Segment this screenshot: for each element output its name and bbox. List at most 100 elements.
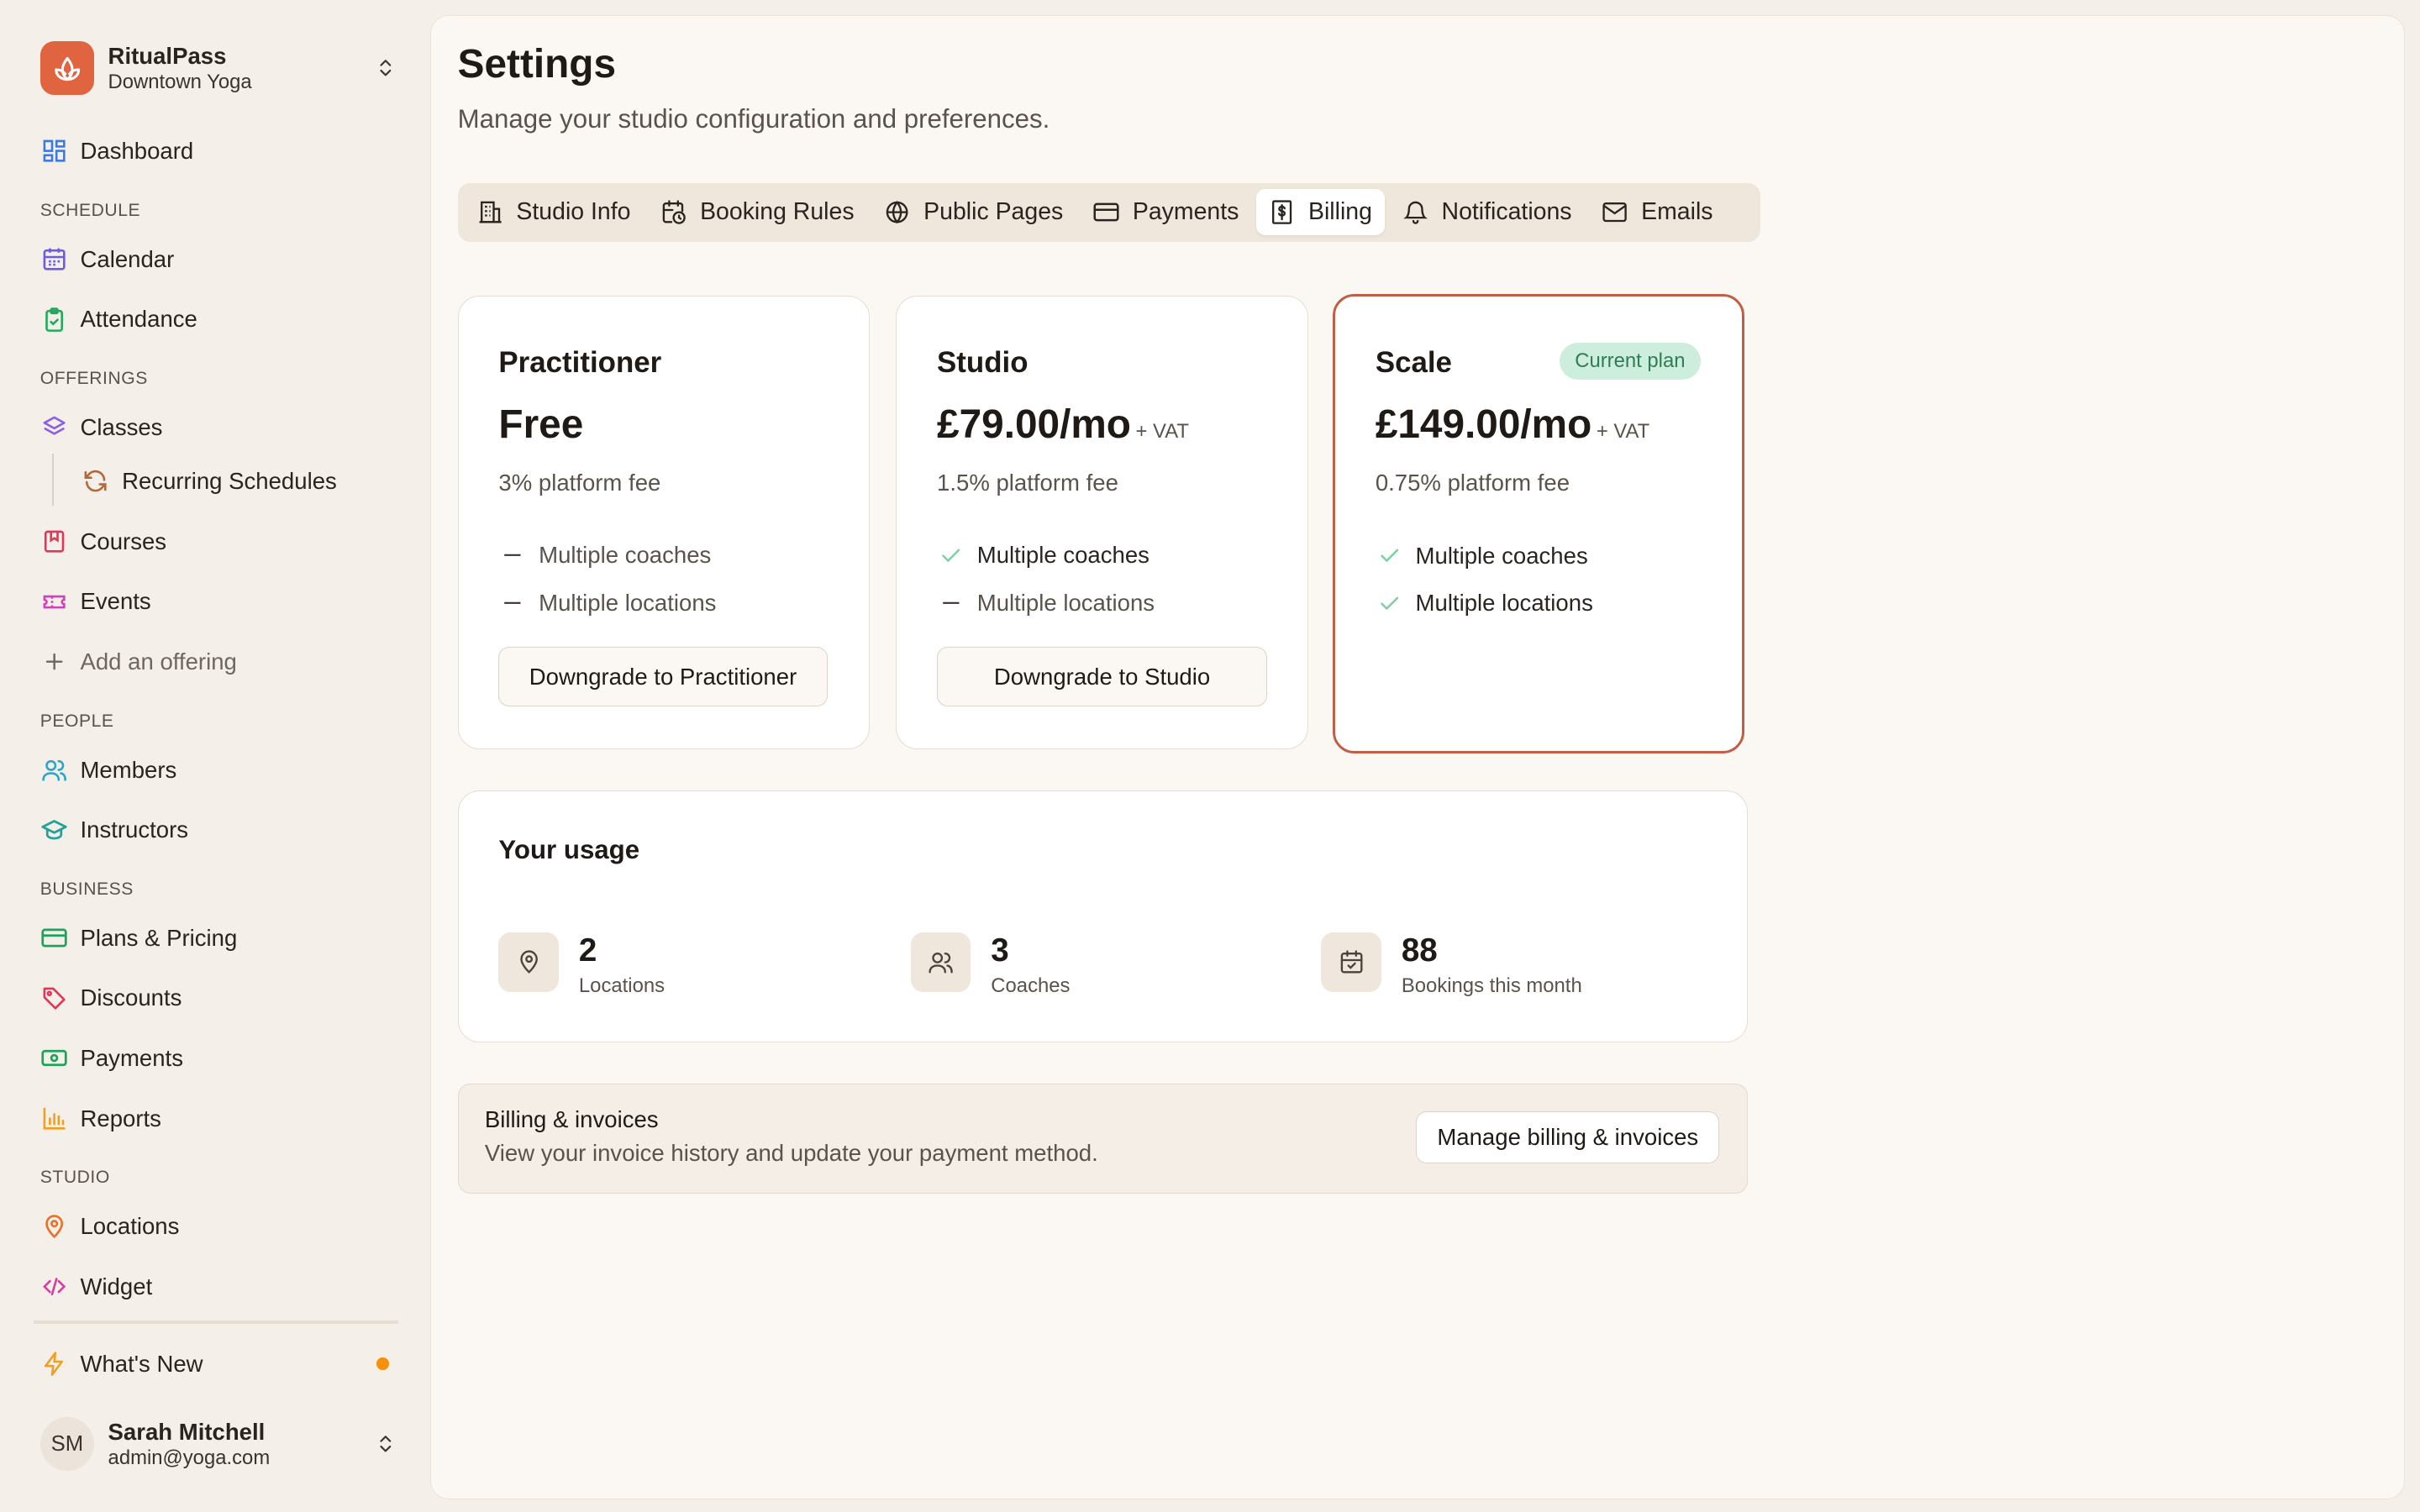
tab-label: Booking Rules	[700, 198, 855, 226]
dash-icon	[937, 592, 965, 614]
sidebar-divider	[34, 1320, 398, 1324]
sidebar-item-label: Recurring Schedules	[122, 468, 337, 495]
sidebar-item-whats-new[interactable]: What's New	[40, 1346, 203, 1383]
chevrons-up-down-icon	[373, 55, 397, 80]
plan-price: £79.00/mo + VAT	[937, 402, 1189, 447]
sidebar-item-calendar[interactable]: Calendar	[40, 241, 175, 278]
plan-feature: Multiple locations	[498, 588, 716, 619]
usage-stat-bookings: 88 Bookings this month	[1321, 932, 1582, 1003]
sidebar-item-label: Payments	[80, 1044, 183, 1071]
sidebar-item-classes[interactable]: Classes	[40, 409, 163, 446]
user-email: admin@yoga.com	[108, 1446, 271, 1469]
add-offering-button[interactable]: Add an offering	[40, 643, 237, 680]
sidebar-item-attendance[interactable]: Attendance	[40, 301, 197, 338]
sidebar-item-reports[interactable]: Reports	[40, 1100, 161, 1137]
brand-location: Downtown Yoga	[108, 70, 252, 93]
sidebar-item-plans-pricing[interactable]: Plans & Pricing	[40, 920, 238, 957]
sidebar-item-label: Members	[80, 756, 177, 783]
check-icon	[1376, 544, 1403, 568]
sidebar-item-label: Discounts	[80, 984, 182, 1011]
plan-fee: 0.75% platform fee	[1375, 469, 1570, 496]
tab-booking-rules[interactable]: Booking Rules	[648, 189, 867, 235]
stat-value: 3	[991, 932, 1009, 969]
plan-fee: 1.5% platform fee	[937, 469, 1118, 496]
plan-card-studio: Studio £79.00/mo + VAT 1.5% platform fee …	[896, 295, 1308, 749]
map-pin-icon	[498, 932, 560, 993]
plus-icon	[40, 648, 68, 675]
sidebar-item-locations[interactable]: Locations	[40, 1208, 179, 1245]
stat-label: Bookings this month	[1401, 974, 1582, 997]
refresh-icon	[82, 468, 109, 496]
sidebar-item-widget[interactable]: Widget	[40, 1268, 152, 1305]
tab-payments[interactable]: Payments	[1080, 189, 1251, 235]
billing-invoices-card: Billing & invoices View your invoice his…	[457, 1084, 1749, 1194]
tab-label: Billing	[1308, 198, 1372, 226]
user-name: Sarah Mitchell	[108, 1418, 266, 1445]
page-title: Settings	[457, 41, 617, 87]
tab-notifications[interactable]: Notifications	[1389, 189, 1584, 235]
check-icon	[1376, 592, 1403, 616]
ticket-icon	[40, 588, 68, 616]
usage-card: Your usage 2 Locations 3 Coaches 88 Book…	[457, 790, 1749, 1042]
sidebar-item-label: Attendance	[80, 306, 197, 333]
sidebar-item-payments[interactable]: Payments	[40, 1040, 183, 1077]
sidebar-item-label: Dashboard	[80, 137, 194, 164]
sidebar-item-members[interactable]: Members	[40, 751, 177, 788]
tag-icon	[40, 984, 68, 1012]
layers-icon	[40, 413, 68, 441]
lotus-logo-icon	[39, 40, 95, 95]
sidebar-item-label: Calendar	[80, 245, 175, 272]
dash-icon	[498, 544, 526, 566]
graduation-cap-icon	[40, 816, 68, 844]
page-subtitle: Manage your studio configuration and pre…	[457, 104, 1050, 134]
credit-card-icon	[1092, 198, 1120, 226]
usage-stat-coaches: 3 Coaches	[910, 932, 1070, 1003]
billing-title: Billing & invoices	[484, 1106, 659, 1133]
chevrons-up-down-icon	[373, 1431, 397, 1456]
plan-card-practitioner: Practitioner Free 3% platform fee Multip…	[457, 295, 871, 749]
avatar: SM	[39, 1416, 95, 1472]
sidebar-item-label: What's New	[80, 1350, 203, 1377]
usage-stat-locations: 2 Locations	[498, 932, 665, 1003]
user-menu[interactable]: SM Sarah Mitchell admin@yoga.com	[39, 1416, 398, 1472]
manage-billing-button[interactable]: Manage billing & invoices	[1416, 1110, 1720, 1163]
receipt-icon	[1268, 198, 1296, 226]
main-panel: Settings Manage your studio configuratio…	[430, 15, 2405, 1500]
tab-billing[interactable]: Billing	[1255, 189, 1385, 236]
downgrade-practitioner-button[interactable]: Downgrade to Practitioner	[498, 646, 828, 707]
stat-value: 2	[578, 932, 597, 969]
tab-studio-info[interactable]: Studio Info	[464, 189, 643, 235]
section-label-schedule: SCHEDULE	[39, 200, 141, 220]
sidebar-item-label: Reports	[80, 1105, 161, 1131]
code-icon	[40, 1273, 68, 1300]
current-plan-badge: Current plan	[1559, 343, 1701, 381]
mail-icon	[1601, 198, 1628, 226]
bar-chart-icon	[40, 1105, 68, 1132]
sidebar-item-dashboard[interactable]: Dashboard	[40, 133, 194, 170]
plan-card-scale: Scale Current plan £149.00/mo + VAT 0.75%…	[1333, 293, 1745, 754]
plan-name: Studio	[937, 345, 1028, 379]
tab-emails[interactable]: Emails	[1589, 189, 1725, 235]
book-icon	[40, 528, 68, 555]
downgrade-studio-button[interactable]: Downgrade to Studio	[937, 646, 1268, 707]
calendar-clock-icon	[660, 198, 687, 226]
sidebar-item-recurring-schedules[interactable]: Recurring Schedules	[82, 463, 337, 500]
sidebar-item-label: Plans & Pricing	[80, 924, 238, 951]
section-label-studio: STUDIO	[39, 1168, 110, 1188]
sidebar-item-label: Instructors	[80, 816, 189, 843]
sidebar-item-label: Classes	[80, 413, 163, 440]
sidebar-item-discounts[interactable]: Discounts	[40, 979, 182, 1016]
section-label-offerings: OFFERINGS	[39, 368, 148, 388]
sidebar-item-events[interactable]: Events	[40, 583, 151, 620]
settings-tabs: Studio Info Booking Rules Public Pages P…	[457, 182, 1760, 242]
check-icon	[937, 544, 965, 568]
calendar-check-icon	[1321, 932, 1381, 993]
tab-public-pages[interactable]: Public Pages	[871, 189, 1076, 235]
sidebar-item-instructors[interactable]: Instructors	[40, 811, 188, 848]
bell-icon	[1402, 198, 1429, 226]
sidebar-item-courses[interactable]: Courses	[40, 523, 166, 560]
plan-feature: Multiple coaches	[498, 540, 711, 571]
studio-switcher[interactable]: RitualPass Downtown Yoga	[39, 40, 398, 96]
stat-label: Locations	[578, 974, 666, 997]
lightning-icon	[40, 1350, 68, 1378]
